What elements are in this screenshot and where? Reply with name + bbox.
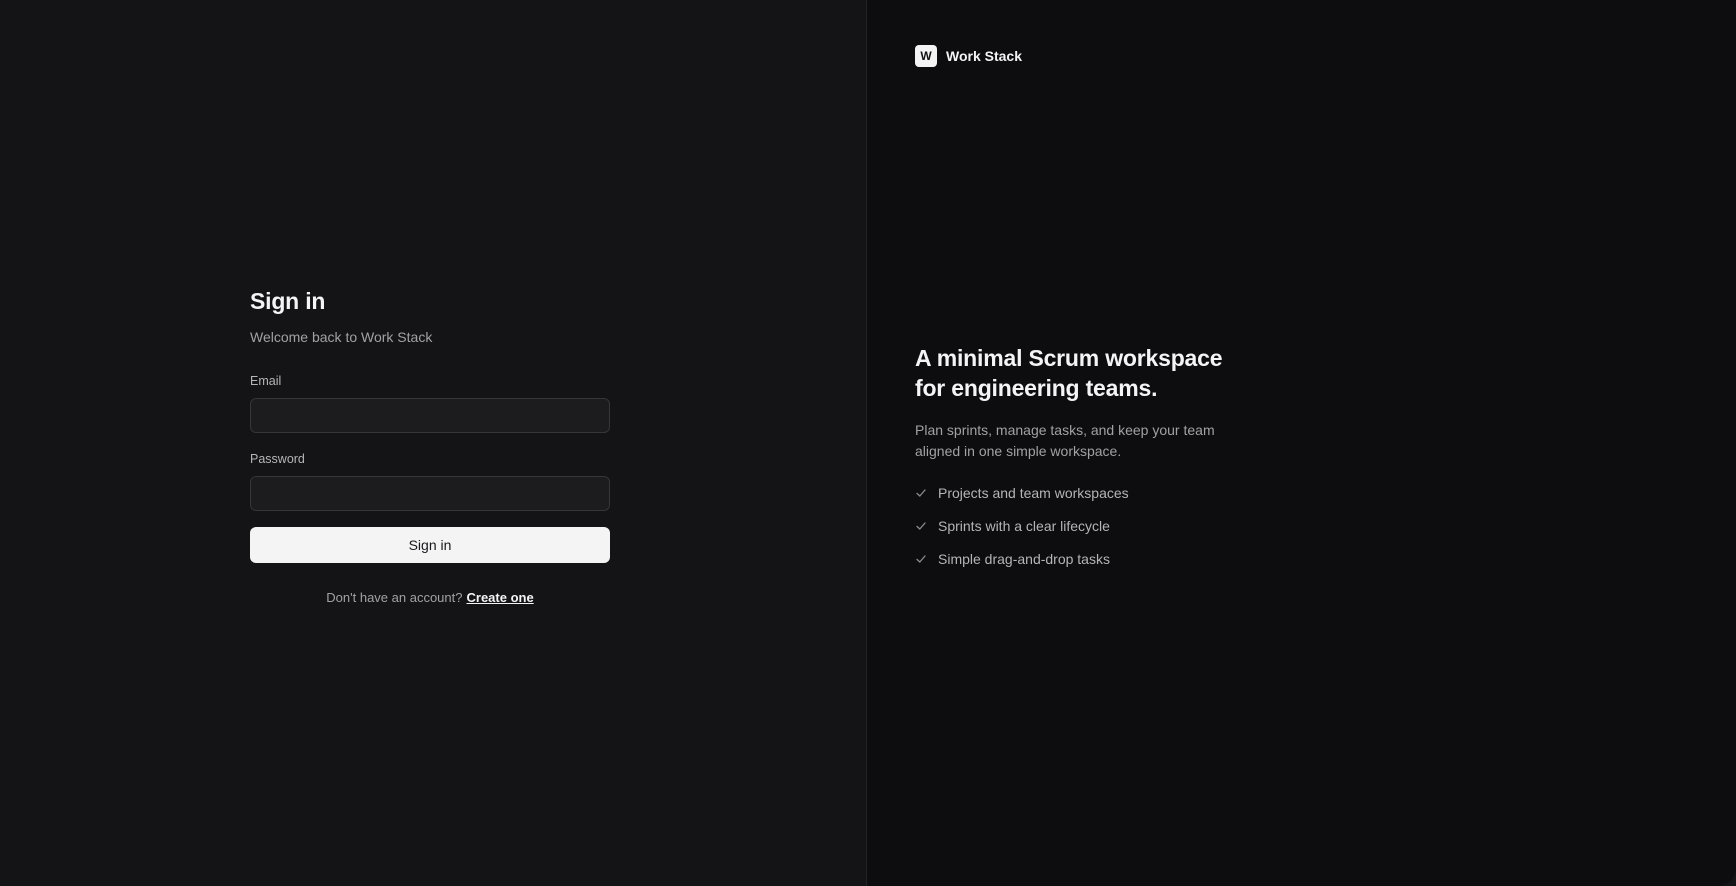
password-field[interactable] xyxy=(250,476,610,511)
brand: W Work Stack xyxy=(915,45,1022,67)
marketing-panel: W Work Stack A minimal Scrum workspace f… xyxy=(866,0,1736,886)
marketing-description: Plan sprints, manage tasks, and keep you… xyxy=(915,422,1215,459)
feature-label: Projects and team workspaces xyxy=(938,484,1129,501)
signin-panel: Sign in Welcome back to Work Stack Email… xyxy=(0,0,866,886)
create-account-row: Don't have an account? Create one xyxy=(250,589,610,607)
page-title: Sign in xyxy=(250,288,326,314)
email-label: Email xyxy=(250,374,282,388)
check-icon xyxy=(915,520,927,532)
list-item: Sprints with a clear lifecycle xyxy=(915,509,1255,542)
email-field[interactable] xyxy=(250,398,610,433)
marketing-headline: A minimal Scrum workspace for engineerin… xyxy=(915,345,1223,401)
sign-in-button[interactable]: Sign in xyxy=(250,527,610,563)
password-label: Password xyxy=(250,452,305,466)
feature-label: Sprints with a clear lifecycle xyxy=(938,517,1110,534)
check-icon xyxy=(915,487,927,499)
account-prompt: Don't have an account? xyxy=(326,590,463,605)
brand-name: Work Stack xyxy=(946,48,1022,64)
list-item: Simple drag-and-drop tasks xyxy=(915,542,1255,575)
page-subtitle: Welcome back to Work Stack xyxy=(250,329,433,345)
app-window: Sign in Welcome back to Work Stack Email… xyxy=(0,0,1736,886)
create-account-link[interactable]: Create one xyxy=(467,590,534,605)
feature-label: Simple drag-and-drop tasks xyxy=(938,550,1110,567)
marketing-content: A minimal Scrum workspace for engineerin… xyxy=(915,343,1255,575)
signin-form: Sign in Welcome back to Work Stack Email… xyxy=(250,283,610,607)
list-item: Projects and team workspaces xyxy=(915,476,1255,509)
feature-list: Projects and team workspaces Sprints wit… xyxy=(915,476,1255,575)
brand-logo: W xyxy=(915,45,937,67)
check-icon xyxy=(915,553,927,565)
